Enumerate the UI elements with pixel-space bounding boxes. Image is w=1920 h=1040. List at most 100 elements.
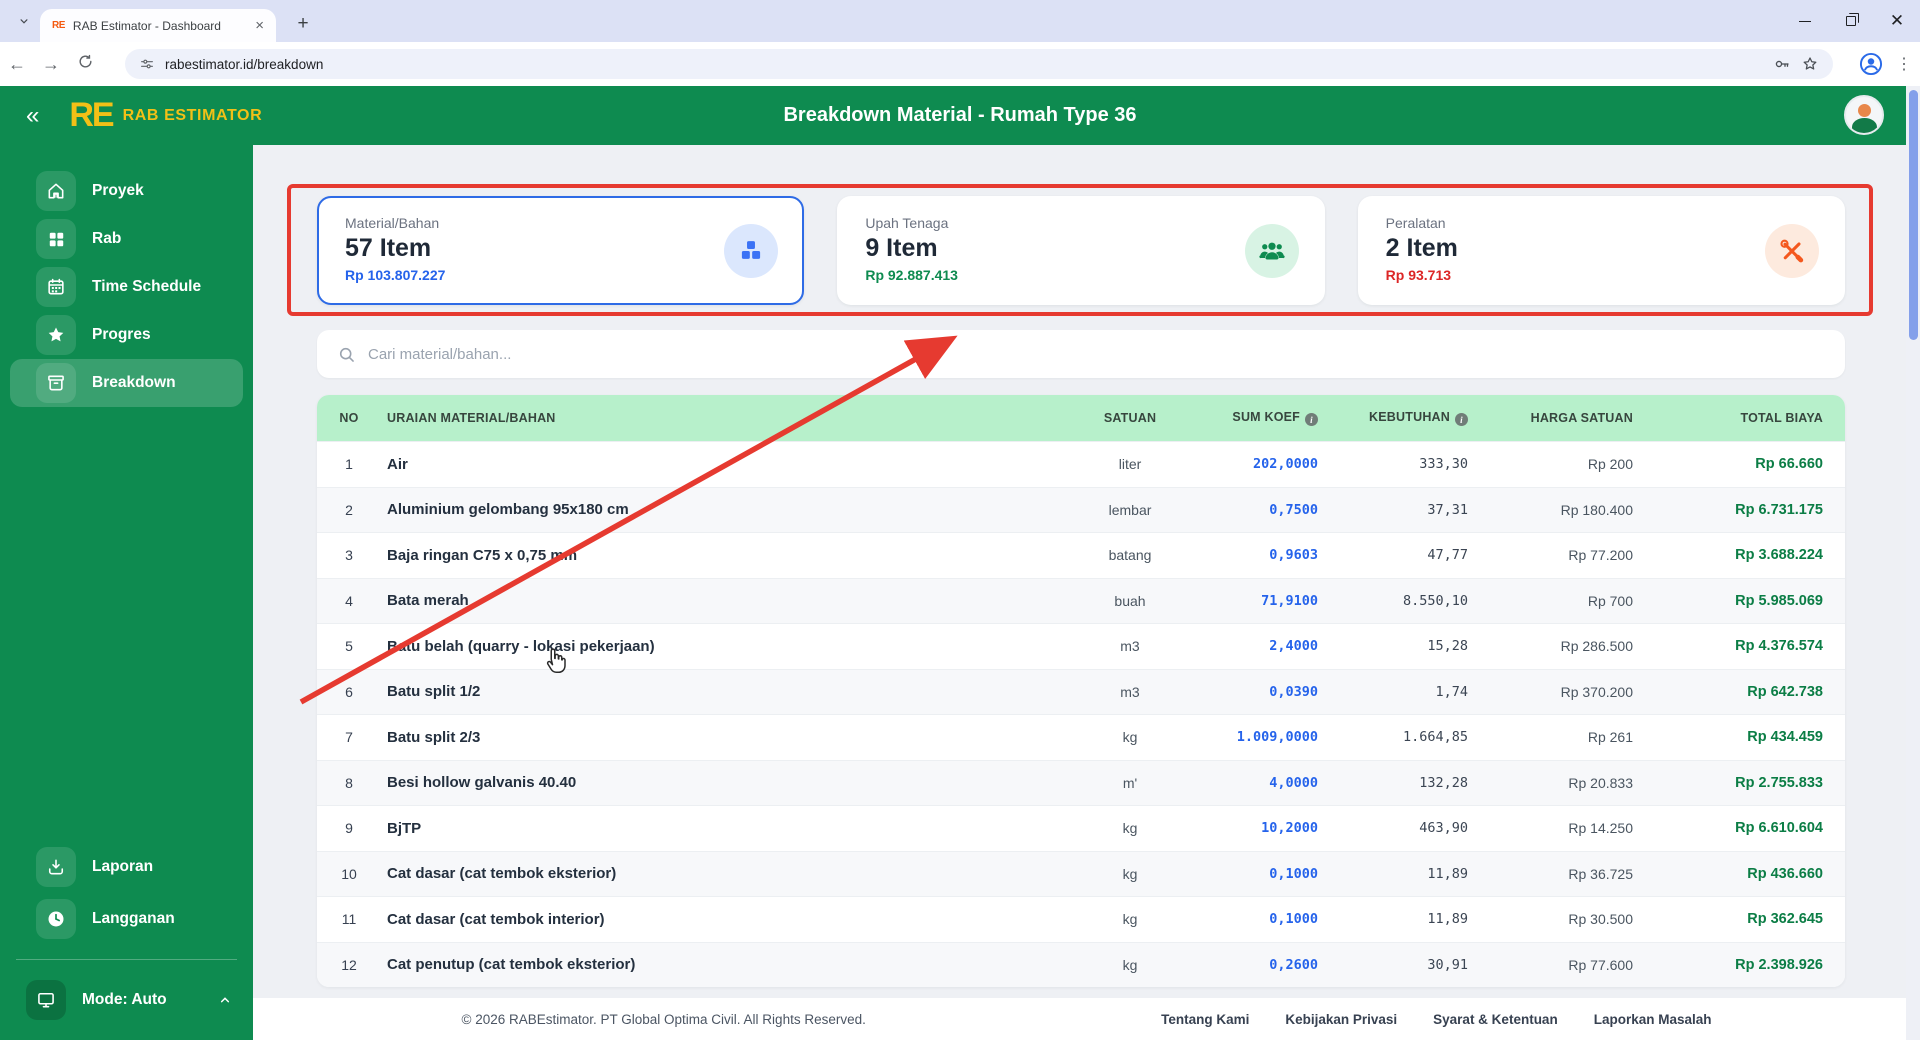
tab-search-chevron-icon[interactable] xyxy=(10,7,38,35)
tab-close-icon[interactable]: × xyxy=(251,17,268,34)
col-header-total: TOTAL BIAYA xyxy=(1740,411,1823,425)
scrollbar-thumb[interactable] xyxy=(1908,90,1918,340)
copyright-text: © 2026 RABEstimator. PT Global Optima Ci… xyxy=(461,1011,866,1027)
sidebar-bottom-nav: Laporan Langganan xyxy=(0,841,253,945)
cell-name: Air xyxy=(387,455,408,473)
people-icon xyxy=(1244,224,1299,278)
home-icon xyxy=(36,171,76,211)
sidebar-item-label: Langganan xyxy=(92,910,175,927)
cell-name: Baja ringan C75 x 0,75 mm xyxy=(387,546,578,564)
cell-total-biaya: Rp 66.660 xyxy=(1755,456,1823,473)
cell-total-biaya: Rp 4.376.574 xyxy=(1735,638,1823,655)
table-row[interactable]: 8 Besi hollow galvanis 40.40 m' 4,0000 1… xyxy=(317,759,1845,805)
user-avatar[interactable] xyxy=(1844,95,1884,135)
logo-text: RAB ESTIMATOR xyxy=(122,106,263,124)
sidebar-item-progres[interactable]: Progres xyxy=(10,311,243,359)
browser-profile-icon[interactable] xyxy=(1858,51,1884,77)
cell-sum-koef: 202,0000 xyxy=(1252,456,1318,473)
sidebar-item-mode[interactable]: Mode: Auto xyxy=(0,974,253,1026)
info-icon[interactable]: i xyxy=(1305,413,1318,427)
table-row[interactable]: 4 Bata merah buah 71,9100 8.550,10 Rp 70… xyxy=(317,577,1845,623)
cell-harga-satuan: Rp 36.725 xyxy=(1568,865,1633,882)
table-row[interactable]: 5 Batu belah (quarry - lokasi pekerjaan)… xyxy=(317,623,1845,669)
search-input[interactable] xyxy=(368,345,1825,363)
cell-sum-koef: 0,7500 xyxy=(1269,501,1318,518)
table-row[interactable]: 1 Air liter 202,0000 333,30 Rp 200 Rp 66… xyxy=(317,441,1845,487)
info-icon[interactable]: i xyxy=(1455,413,1468,427)
table-row[interactable]: 7 Batu split 2/3 kg 1.009,0000 1.664,85 … xyxy=(317,714,1845,760)
sidebar-item-laporan[interactable]: Laporan xyxy=(10,841,243,893)
logo-monogram: RE xyxy=(69,96,114,134)
card-count: 9 Item xyxy=(865,234,938,262)
card-label: Material/Bahan xyxy=(345,215,440,231)
footer-link-tentang-kami[interactable]: Tentang Kami xyxy=(1161,1012,1249,1027)
table-row[interactable]: 9 BjTP kg 10,2000 463,90 Rp 14.250 Rp 6.… xyxy=(317,805,1845,851)
cell-kebutuhan: 30,91 xyxy=(1427,956,1468,973)
cell-no: 11 xyxy=(341,911,357,928)
browser-menu-icon[interactable]: ⋮ xyxy=(1894,54,1914,74)
browser-tab-strip: RE RAB Estimator - Dashboard × + ✕ xyxy=(0,0,1920,42)
cell-harga-satuan: Rp 77.200 xyxy=(1568,547,1633,564)
tab-favicon-icon: RE xyxy=(52,20,65,31)
table-row[interactable]: 10 Cat dasar (cat tembok eksterior) kg 0… xyxy=(317,850,1845,896)
cell-no: 3 xyxy=(345,547,353,564)
table-row[interactable]: 11 Cat dasar (cat tembok interior) kg 0,… xyxy=(317,896,1845,942)
search-bar[interactable] xyxy=(317,330,1845,378)
cell-name: Bata merah xyxy=(387,592,469,610)
summary-card-upah-tenaga[interactable]: Upah Tenaga 9 Item Rp 92.887.413 xyxy=(837,196,1325,305)
sidebar-item-breakdown[interactable]: Breakdown xyxy=(10,359,243,407)
page-scrollbar[interactable] xyxy=(1906,86,1920,1040)
clock-icon xyxy=(36,899,76,939)
cubes-icon xyxy=(724,224,779,278)
cell-satuan: buah xyxy=(1114,592,1146,609)
footer-link-kebijakan-privasi[interactable]: Kebijakan Privasi xyxy=(1285,1012,1397,1027)
cell-no: 10 xyxy=(341,865,357,882)
cell-kebutuhan: 1.664,85 xyxy=(1402,729,1468,746)
sidebar-item-rab[interactable]: Rab xyxy=(10,215,243,263)
cell-sum-koef: 0,2600 xyxy=(1269,956,1318,973)
sidebar-item-label: Rab xyxy=(92,230,122,247)
summary-card-material-bahan[interactable]: Material/Bahan 57 Item Rp 103.807.227 xyxy=(317,196,805,305)
cell-satuan: liter xyxy=(1118,456,1142,473)
site-settings-icon[interactable] xyxy=(139,56,155,72)
new-tab-button[interactable]: + xyxy=(288,9,318,39)
table-row[interactable]: 12 Cat penutup (cat tembok eksterior) kg… xyxy=(317,941,1845,987)
cell-sum-koef: 0,0390 xyxy=(1269,683,1318,700)
back-button[interactable]: ← xyxy=(0,54,34,75)
cell-name: Cat penutup (cat tembok eksterior) xyxy=(387,956,636,974)
reload-button[interactable] xyxy=(68,53,102,75)
search-icon xyxy=(339,347,354,362)
window-close-button[interactable]: ✕ xyxy=(1874,0,1920,42)
cell-no: 5 xyxy=(345,638,353,655)
table-row[interactable]: 2 Aluminium gelombang 95x180 cm lembar 0… xyxy=(317,486,1845,532)
table-row[interactable]: 6 Batu split 1/2 m3 0,0390 1,74 Rp 370.2… xyxy=(317,668,1845,714)
sidebar-item-label: Progres xyxy=(92,326,151,343)
cell-harga-satuan: Rp 261 xyxy=(1587,729,1633,746)
summary-card-peralatan[interactable]: Peralatan 2 Item Rp 93.713 xyxy=(1357,196,1845,305)
sidebar-item-time-schedule[interactable]: Time Schedule xyxy=(10,263,243,311)
cell-satuan: kg xyxy=(1122,820,1138,837)
chevron-up-icon[interactable] xyxy=(217,992,233,1008)
forward-button[interactable]: → xyxy=(34,54,68,75)
col-header-sumkoef: SUM KOEF i xyxy=(1190,410,1340,427)
page-footer: © 2026 RABEstimator. PT Global Optima Ci… xyxy=(253,998,1920,1040)
cell-harga-satuan: Rp 30.500 xyxy=(1568,911,1633,928)
sidebar-item-proyek[interactable]: Proyek xyxy=(10,167,243,215)
browser-tab[interactable]: RE RAB Estimator - Dashboard × xyxy=(40,9,276,42)
cell-name: Batu split 1/2 xyxy=(387,683,481,701)
table-row[interactable]: 3 Baja ringan C75 x 0,75 mm batang 0,960… xyxy=(317,532,1845,578)
url-bar[interactable]: rabestimator.id/breakdown xyxy=(125,49,1833,79)
window-minimize-button[interactable] xyxy=(1782,0,1828,42)
window-restore-button[interactable] xyxy=(1828,0,1874,42)
url-text[interactable]: rabestimator.id/breakdown xyxy=(165,57,1763,72)
sidebar-item-langganan[interactable]: Langganan xyxy=(10,893,243,945)
password-key-icon[interactable] xyxy=(1773,55,1791,73)
cell-satuan: m3 xyxy=(1120,683,1140,700)
mode-label: Mode: Auto xyxy=(82,991,167,1008)
cell-name: Batu belah (quarry - lokasi pekerjaan) xyxy=(387,637,655,655)
cell-no: 7 xyxy=(345,729,353,746)
footer-link-syarat-ketentuan[interactable]: Syarat & Ketentuan xyxy=(1433,1012,1558,1027)
cell-kebutuhan: 8.550,10 xyxy=(1402,592,1468,609)
bookmark-star-icon[interactable] xyxy=(1801,55,1819,73)
footer-link-laporkan-masalah[interactable]: Laporkan Masalah xyxy=(1594,1012,1712,1027)
